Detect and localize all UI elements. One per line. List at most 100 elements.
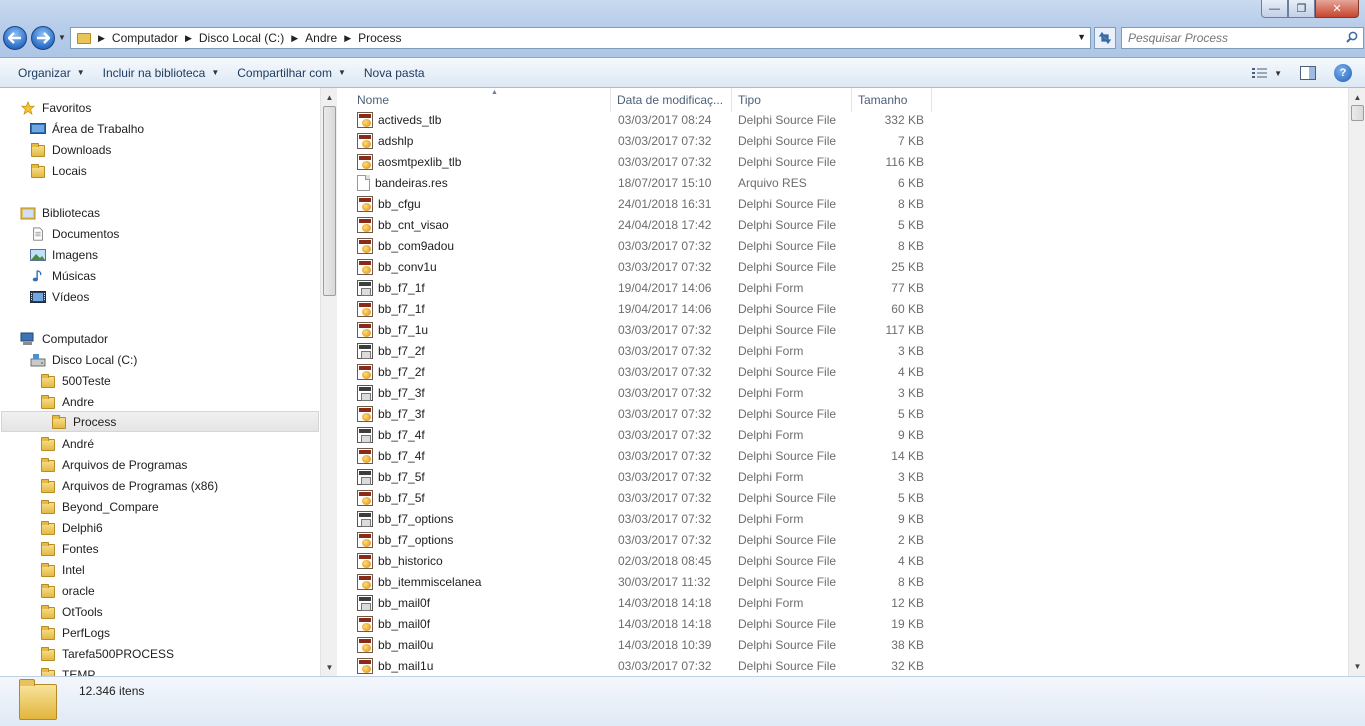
- file-row[interactable]: bb_com9adou 03/03/2017 07:32 Delphi Source…: [337, 235, 937, 256]
- file-row[interactable]: activeds_tlb 03/03/2017 08:24 Delphi Sourc…: [337, 109, 937, 130]
- nav-libraries[interactable]: Bibliotecas: [20, 202, 100, 223]
- nav-folder-oracle[interactable]: oracle: [40, 580, 95, 601]
- scroll-thumb[interactable]: [1351, 105, 1364, 121]
- address-bar[interactable]: ▶ Computador ▶ Disco Local (C:) ▶ Andre …: [70, 27, 1091, 49]
- search-input[interactable]: [1128, 31, 1338, 45]
- delphi-form-file-icon: [357, 342, 373, 359]
- nav-local-disk[interactable]: Disco Local (C:): [30, 349, 137, 370]
- file-row[interactable]: bandeiras.res 18/07/2017 15:10 Arquivo RES…: [337, 172, 937, 193]
- scroll-down-icon[interactable]: ▼: [1351, 659, 1364, 673]
- view-options-dropdown-icon[interactable]: ▼: [1274, 69, 1282, 78]
- nav-folder-andre-accent[interactable]: André: [40, 433, 94, 454]
- nav-folder-perflogs[interactable]: PerfLogs: [40, 622, 110, 643]
- file-row[interactable]: bb_f7_5f 03/03/2017 07:32 Delphi Source Fi…: [337, 487, 937, 508]
- nav-places[interactable]: Locais: [30, 160, 87, 181]
- music-note-icon: [32, 269, 42, 281]
- include-library-menu[interactable]: Incluir na biblioteca ▼: [94, 58, 229, 88]
- nav-folder-fontes[interactable]: Fontes: [40, 538, 99, 559]
- nav-music[interactable]: Músicas: [30, 265, 96, 286]
- new-folder-button[interactable]: Nova pasta: [355, 58, 434, 88]
- file-row[interactable]: bb_mail0f 14/03/2018 14:18 Delphi Source F…: [337, 613, 937, 634]
- breadcrumb-process[interactable]: Process: [358, 31, 401, 45]
- file-row[interactable]: bb_cfgu 24/01/2018 16:31 Delphi Source Fil…: [337, 193, 937, 214]
- file-row[interactable]: bb_f7_5f 03/03/2017 07:32 Delphi Form 3 KB: [337, 466, 937, 487]
- nav-folder-ottools[interactable]: OtTools: [40, 601, 103, 622]
- minimize-button[interactable]: —: [1261, 0, 1288, 18]
- breadcrumb-separator-icon[interactable]: ▶: [291, 33, 298, 44]
- nav-downloads[interactable]: Downloads: [30, 139, 111, 160]
- file-size: 38 KB: [891, 637, 924, 652]
- file-row[interactable]: bb_f7_3f 03/03/2017 07:32 Delphi Source Fi…: [337, 403, 937, 424]
- file-row[interactable]: bb_f7_1u 03/03/2017 07:32 Delphi Source Fi…: [337, 319, 937, 340]
- maximize-button[interactable]: ❐: [1288, 0, 1315, 18]
- breadcrumb-computer[interactable]: Computador: [112, 31, 178, 45]
- organize-menu[interactable]: Organizar ▼: [9, 58, 94, 88]
- file-row[interactable]: bb_mail0u 14/03/2018 10:39 Delphi Source F…: [337, 634, 937, 655]
- nav-documents[interactable]: Documentos: [30, 223, 119, 244]
- search-icon[interactable]: [1346, 31, 1358, 43]
- file-row[interactable]: bb_f7_4f 03/03/2017 07:32 Delphi Source Fi…: [337, 445, 937, 466]
- close-button[interactable]: ✕: [1315, 0, 1359, 18]
- share-with-menu[interactable]: Compartilhar com ▼: [228, 58, 355, 88]
- file-date: 03/03/2017 08:24: [618, 112, 712, 127]
- breadcrumb-separator-icon[interactable]: ▶: [344, 33, 351, 44]
- back-button[interactable]: [3, 26, 27, 50]
- scroll-thumb[interactable]: [323, 106, 336, 296]
- file-date: 03/03/2017 07:32: [618, 154, 712, 169]
- computer-icon: [20, 332, 34, 345]
- nav-computer[interactable]: Computador: [20, 328, 108, 349]
- nav-scrollbar[interactable]: ▲ ▼: [320, 88, 337, 676]
- file-name: bb_mail0f: [378, 595, 431, 610]
- file-row[interactable]: bb_mail1u 03/03/2017 07:32 Delphi Source F…: [337, 655, 937, 676]
- file-row[interactable]: bb_conv1u 03/03/2017 07:32 Delphi Source F…: [337, 256, 937, 277]
- nav-folder-tarefa500process[interactable]: Tarefa500PROCESS: [40, 643, 174, 664]
- breadcrumb-separator-icon[interactable]: ▶: [98, 33, 105, 44]
- file-row[interactable]: bb_f7_1f 19/04/2017 14:06 Delphi Form 77 KB: [337, 277, 937, 298]
- recent-pages-dropdown[interactable]: ▼: [58, 33, 66, 42]
- nav-images[interactable]: Imagens: [30, 244, 98, 265]
- nav-folder-intel[interactable]: Intel: [40, 559, 85, 580]
- scroll-down-icon[interactable]: ▼: [323, 660, 336, 674]
- breadcrumb-local-disk[interactable]: Disco Local (C:): [199, 31, 284, 45]
- nav-folder-beyond-compare[interactable]: Beyond_Compare: [40, 496, 159, 517]
- nav-folder-andre[interactable]: Andre: [40, 391, 94, 412]
- file-row[interactable]: bb_f7_1f 19/04/2017 14:06 Delphi Source Fi…: [337, 298, 937, 319]
- preview-pane-button[interactable]: [1298, 64, 1318, 82]
- file-row[interactable]: adshlp 03/03/2017 07:32 Delphi Source File…: [337, 130, 937, 151]
- change-view-button[interactable]: [1250, 64, 1270, 82]
- refresh-button[interactable]: [1094, 27, 1116, 49]
- nav-folder-program-files[interactable]: Arquivos de Programas: [40, 454, 187, 475]
- nav-label: Tarefa500PROCESS: [62, 646, 175, 661]
- scroll-up-icon[interactable]: ▲: [1351, 90, 1364, 104]
- nav-folder-process[interactable]: Process: [1, 411, 319, 432]
- forward-button[interactable]: [31, 26, 55, 50]
- nav-folder-temp[interactable]: TEMP: [40, 664, 95, 676]
- nav-desktop[interactable]: Área de Trabalho: [30, 118, 144, 139]
- nav-folder-delphi6[interactable]: Delphi6: [40, 517, 103, 538]
- breadcrumb-andre[interactable]: Andre: [305, 31, 337, 45]
- file-row[interactable]: bb_f7_2f 03/03/2017 07:32 Delphi Form 3 KB: [337, 340, 937, 361]
- breadcrumb-separator-icon[interactable]: ▶: [185, 33, 192, 44]
- nav-favorites[interactable]: Favoritos: [20, 97, 91, 118]
- file-row[interactable]: bb_historico 02/03/2018 08:45 Delphi Sourc…: [337, 550, 937, 571]
- search-box[interactable]: [1121, 27, 1364, 49]
- address-dropdown-icon[interactable]: ▼: [1077, 32, 1086, 42]
- help-button[interactable]: ?: [1334, 64, 1352, 82]
- file-row[interactable]: aosmtpexlib_tlb 03/03/2017 07:32 Delphi So…: [337, 151, 937, 172]
- file-type: Delphi Source File: [738, 490, 837, 505]
- scroll-up-icon[interactable]: ▲: [323, 90, 336, 104]
- file-row[interactable]: bb_cnt_visao 24/04/2018 17:42 Delphi Sourc…: [337, 214, 937, 235]
- delphi-source-file-icon: [357, 132, 373, 149]
- file-size: 9 KB: [897, 427, 924, 442]
- file-row[interactable]: bb_f7_options 03/03/2017 07:32 Delphi Sour…: [337, 529, 937, 550]
- file-list-scrollbar[interactable]: ▲ ▼: [1348, 88, 1365, 676]
- file-row[interactable]: bb_f7_2f 03/03/2017 07:32 Delphi Source Fi…: [337, 361, 937, 382]
- nav-videos[interactable]: Vídeos: [30, 286, 89, 307]
- nav-folder-500teste[interactable]: 500Teste: [40, 370, 111, 391]
- file-row[interactable]: bb_f7_4f 03/03/2017 07:32 Delphi Form 9 KB: [337, 424, 937, 445]
- file-row[interactable]: bb_itemmiscelanea 30/03/2017 11:32 Delphi …: [337, 571, 937, 592]
- file-row[interactable]: bb_f7_3f 03/03/2017 07:32 Delphi Form 3 KB: [337, 382, 937, 403]
- file-row[interactable]: bb_mail0f 14/03/2018 14:18 Delphi Form 12 K…: [337, 592, 937, 613]
- nav-folder-program-files-x86[interactable]: Arquivos de Programas (x86): [40, 475, 218, 496]
- file-row[interactable]: bb_f7_options 03/03/2017 07:32 Delphi Form…: [337, 508, 937, 529]
